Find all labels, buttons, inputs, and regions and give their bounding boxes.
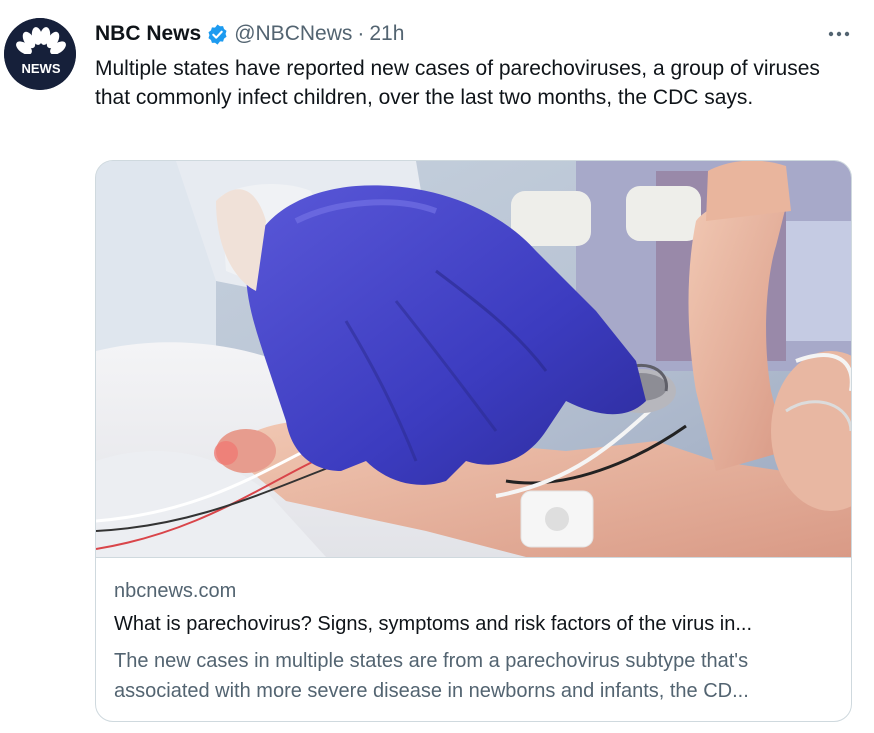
more-horizontal-icon bbox=[828, 31, 850, 37]
avatar-news-label: NEWS bbox=[22, 61, 61, 76]
author-handle[interactable]: @NBCNews bbox=[234, 22, 352, 46]
more-options-button[interactable] bbox=[824, 24, 854, 44]
tweet-header: NBC News @NBCNews · 21h bbox=[95, 20, 404, 48]
tweet-text: Multiple states have reported new cases … bbox=[95, 57, 820, 109]
timestamp[interactable]: 21h bbox=[369, 22, 404, 46]
separator-dot: · bbox=[357, 22, 365, 45]
verified-badge-icon bbox=[206, 23, 229, 46]
nbc-peacock-logo-icon: NEWS bbox=[4, 18, 76, 90]
newborn-stethoscope-photo bbox=[96, 161, 851, 557]
card-image[interactable] bbox=[96, 161, 851, 557]
author-name[interactable]: NBC News bbox=[95, 22, 201, 46]
card-divider bbox=[96, 557, 851, 558]
link-preview-card[interactable]: nbcnews.com What is parechovirus? Signs,… bbox=[95, 160, 852, 722]
card-title[interactable]: What is parechovirus? Signs, symptoms an… bbox=[114, 613, 839, 636]
card-domain: nbcnews.com bbox=[114, 580, 237, 602]
card-description: The new cases in multiple states are fro… bbox=[114, 650, 749, 702]
avatar[interactable]: NEWS bbox=[4, 18, 76, 90]
